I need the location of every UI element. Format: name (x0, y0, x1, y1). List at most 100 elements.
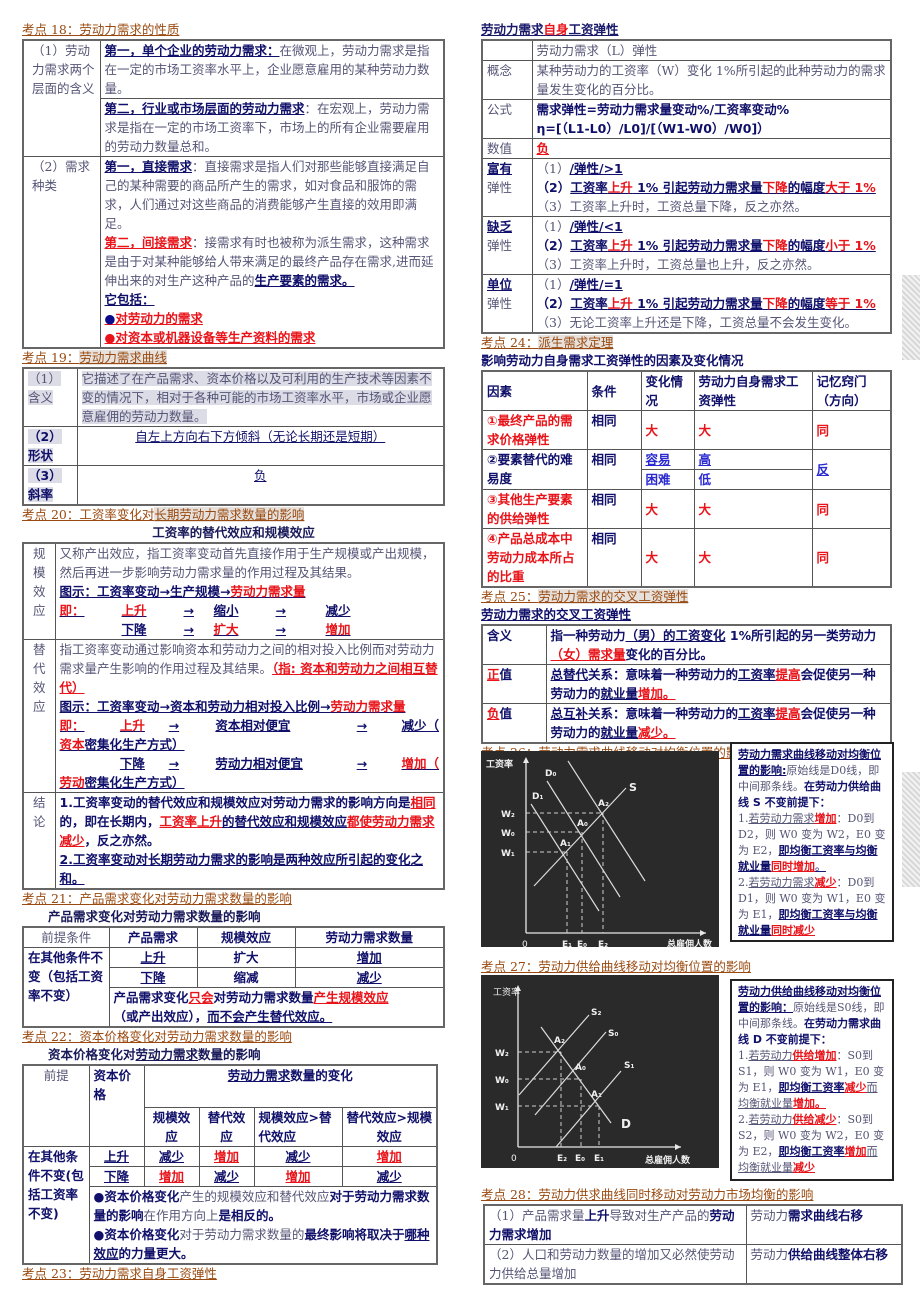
s21-premise: 在其他条件不变（包括工资率不变） (22, 947, 110, 1028)
chart27-xtick: E₁ (594, 1154, 604, 1164)
chart27-xlabel: 总雇佣人数 (645, 1154, 691, 1166)
s25-meaning: 指一种劳动力（男）的工资变化 1%所引起的另一类劳动力（女）需求量变化的百分比。 (545, 624, 892, 665)
s18-bullet-2: ●对资本或机器设备等生产资料的需求 (104, 330, 316, 345)
s18-row1b: 第二，行业或市场层面的劳动力需求：在宏观上，劳动力需求是指在一定的市场工资率下，… (99, 98, 445, 157)
chart27-point: A₁ (591, 1090, 602, 1100)
s25-pos-label: 正值 (481, 664, 547, 704)
s18-row2: 第一，直接需求：直接需求是指人们对那些能够直接满足自己的某种需要的商品所产生的需… (99, 156, 445, 349)
concept-text: 某种劳动力的工资率（W）变化 1%所引起的此种劳动力的需求量发生变化的百分比。 (531, 60, 892, 100)
s18-bullet-1: ●对劳动力的需求 (104, 311, 203, 326)
chart26-ytick: W₁ (501, 849, 515, 859)
curve-D (540, 1026, 612, 1124)
chart27-origin: 0 (511, 1154, 517, 1164)
s22-subheader: 替代效应>规模效应 (341, 1106, 438, 1147)
left-column: 考点 18：劳动力需求的性质 （1）劳动力需求两个层面的含义 第一，单个企业的劳… (22, 0, 445, 1283)
s20-scale-content: 又称产出效应，指工资率变动首先直接作用于生产规模或产出规模，然后再进一步影响劳动… (54, 542, 445, 640)
s28-r2-left: （2）人口和劳动力数量的增加又必然使劳动力供给总量增加 (483, 1244, 747, 1285)
chart26-curve-label: D₀ (545, 769, 556, 779)
s28-r1-right: 劳动力需求曲线右移 (745, 1204, 903, 1245)
chart27-xtick: E₀ (575, 1154, 585, 1164)
right-column: 劳动力需求自身工资弹性 劳动力需求（L）弹性 概念 某种劳动力的工资率（W）变化… (481, 0, 892, 762)
s19-r3-label: （3）斜率 (22, 465, 78, 506)
s22-cell: 减少 (198, 1165, 255, 1187)
s18-row2-label: （2）需求种类 (22, 156, 101, 349)
chart27-point: A₂ (554, 1036, 565, 1046)
s28-r1-left: （1）产品需求量上升导致对生产产品的劳动力需求增加 (483, 1204, 747, 1245)
s21-cell: 下降 (108, 967, 198, 988)
chart26-ytick: W₀ (501, 829, 515, 839)
chart26-point: A₂ (598, 799, 609, 809)
section-25-table: 含义 指一种劳动力（男）的工资变化 1%所引起的另一类劳动力（女）需求量变化的百… (481, 624, 892, 744)
chart26-xlabel: 总雇佣人数 (667, 938, 713, 947)
s22-cell: 增加 (143, 1165, 200, 1187)
section-21-table: 前提条件 产品需求 规模效应 劳动力需求数量 在其他条件不变（包括工资率不变） … (22, 926, 445, 1028)
s20-sub-content: 指工资率变动通过影响资本和劳动力之间的相对投入比例而对劳动力需求量产生影响的作用… (54, 639, 445, 793)
demand-shift-note: 劳动力需求曲线移动对均衡位置的影响:原始线是D0线，即中间那条线。在劳动力供给曲… (730, 742, 894, 942)
section-24-table: 因素 条件 变化情况 劳动力自身需求工资弹性 记忆窍门（方向） ①最终产品的需求… (481, 370, 892, 588)
s24-row: ④产品总成本中劳动力成本所占的比重 相同 大 大 同 (481, 528, 892, 588)
s19-r1-label: （1）含义 (22, 367, 78, 427)
chart27-xtick: E₂ (557, 1154, 567, 1164)
formula-label: 公式 (481, 99, 533, 139)
s22-cell: 减少 (143, 1145, 200, 1167)
s22-subheader: 规模效应>替代效应 (253, 1106, 343, 1147)
chart27-point: A₀ (575, 1063, 586, 1073)
section-22-table: 前提 资本价格 劳动力需求数量的变化 规模效应 替代效应 规模效应>替代效应 替… (22, 1064, 438, 1265)
s24-row: ①最终产品的需求价格弹性 相同 大 大 同 (481, 410, 892, 450)
supply-shift-note: 劳动力供给曲线移动对均衡位置的影响：原始线是S0线，即中间那条线。在劳动力需求曲… (730, 979, 894, 1181)
section-19-table: （1）含义 它描述了在产品需求、资本价格以及可利用的生产技术等因素不变的情况下，… (22, 367, 445, 506)
chart26-xtick: E₀ (577, 940, 587, 947)
s22-price: 下降 (88, 1165, 145, 1187)
s22-subheader: 规模效应 (143, 1106, 200, 1147)
s21-cell: 扩大 (196, 947, 296, 968)
chart26-curve-label: S (629, 781, 637, 794)
s20-sub-label: 替代效应 (22, 639, 56, 793)
value-label: 数值 (481, 138, 533, 159)
s21-header: 劳动力需求数量 (294, 926, 445, 948)
s20-sub-line1: 即： 上升 → 资本相对便宜 → 减少（ (59, 718, 440, 733)
chart27-ytick: W₂ (495, 1049, 509, 1059)
s21-subtitle: 产品需求变化对劳动力需求数量的影响 (48, 909, 261, 924)
s24-header: 变化情况 (640, 370, 695, 411)
chart27-ytick: W₁ (495, 1103, 509, 1113)
s22-h-premise: 前提 (22, 1064, 90, 1147)
s25-neg-label: 负值 (481, 703, 547, 744)
s21-cell: 增加 (294, 947, 445, 968)
section-19-title: 考点 19：劳动力需求曲线 (22, 350, 167, 365)
section-25-title: 考点 25：劳动力需求的交叉工资弹性 (481, 589, 689, 604)
chart26-xtick: E₁ (562, 940, 572, 947)
s22-h-capital: 资本价格 (88, 1064, 145, 1147)
s20-subtitle: 工资率的替代效应和规模效应 (152, 525, 315, 540)
section-22-title: 考点 22：资本价格变化对劳动力需求数量的影响 (22, 1029, 292, 1044)
chart27-ytick: W₀ (495, 1076, 509, 1086)
chart27-ylabel: 工资率 (493, 986, 520, 998)
s24-row: ③其他生产要素的供给弹性 相同 大 大 同 (481, 489, 892, 529)
s25-neg: 总互补关系：意味着一种劳动力的工资率提高会促使另一种劳动力的就业量减少。 (545, 703, 892, 744)
section-21-title: 考点 21：产品需求变化对劳动力需求数量的影响 (22, 891, 292, 906)
chart27-curve-label: S₁ (624, 1061, 634, 1071)
s20-scale-label: 规模效应 (22, 542, 56, 640)
chart26-ylabel: 工资率 (486, 758, 513, 770)
s20-concl-label: 结论 (22, 792, 56, 890)
s24-header: 记忆窍门（方向） (811, 370, 892, 411)
s24-row: ②要素替代的难易度 相同 容易 高 反 (481, 449, 892, 490)
s22-cell: 增加 (341, 1145, 438, 1167)
section-18-title: 考点 18：劳动力需求的性质 (22, 22, 180, 37)
elasticity-type-row: 富有 弹性 （1）/弹性/>1 （2）工资率上升 1% 引起劳动力需求量下降的幅度… (481, 158, 892, 217)
elasticity-type-row: 缺乏 弹性 （1）/弹性/<1 （2）工资率上升 1% 引起劳动力需求量下降的幅度… (481, 216, 892, 275)
s21-header: 前提条件 (22, 926, 110, 948)
s22-cell: 增加 (198, 1145, 255, 1167)
s24-subtitle: 影响劳动力自身需求工资弹性的因素及变化情况 (481, 353, 744, 368)
s22-subtitle: 资本价格变化对劳动力需求数量的影响 (48, 1047, 261, 1062)
section-28-title: 考点 28：劳动力供求曲线同时移动对劳动力市场均衡的影响 (481, 1187, 814, 1202)
s21-cell: 上升 (108, 947, 198, 968)
s24-header: 条件 (586, 370, 642, 411)
s22-subheader: 替代效应 (198, 1106, 255, 1147)
s21-note: 产品需求变化只会对劳动力需求数量产生规模效应 （或产出效应），而不会产生替代效应。 (108, 987, 445, 1028)
chart26-xtick: E₂ (598, 940, 608, 947)
curve-S1 (555, 1070, 622, 1148)
chart26-curve-label: D₁ (532, 792, 543, 802)
section-28: 考点 28：劳动力供求曲线同时移动对劳动力市场均衡的影响 （1）产品需求量上升导… (481, 1186, 903, 1285)
s21-cell: 缩减 (196, 967, 296, 988)
value-text: 负 (531, 138, 892, 159)
